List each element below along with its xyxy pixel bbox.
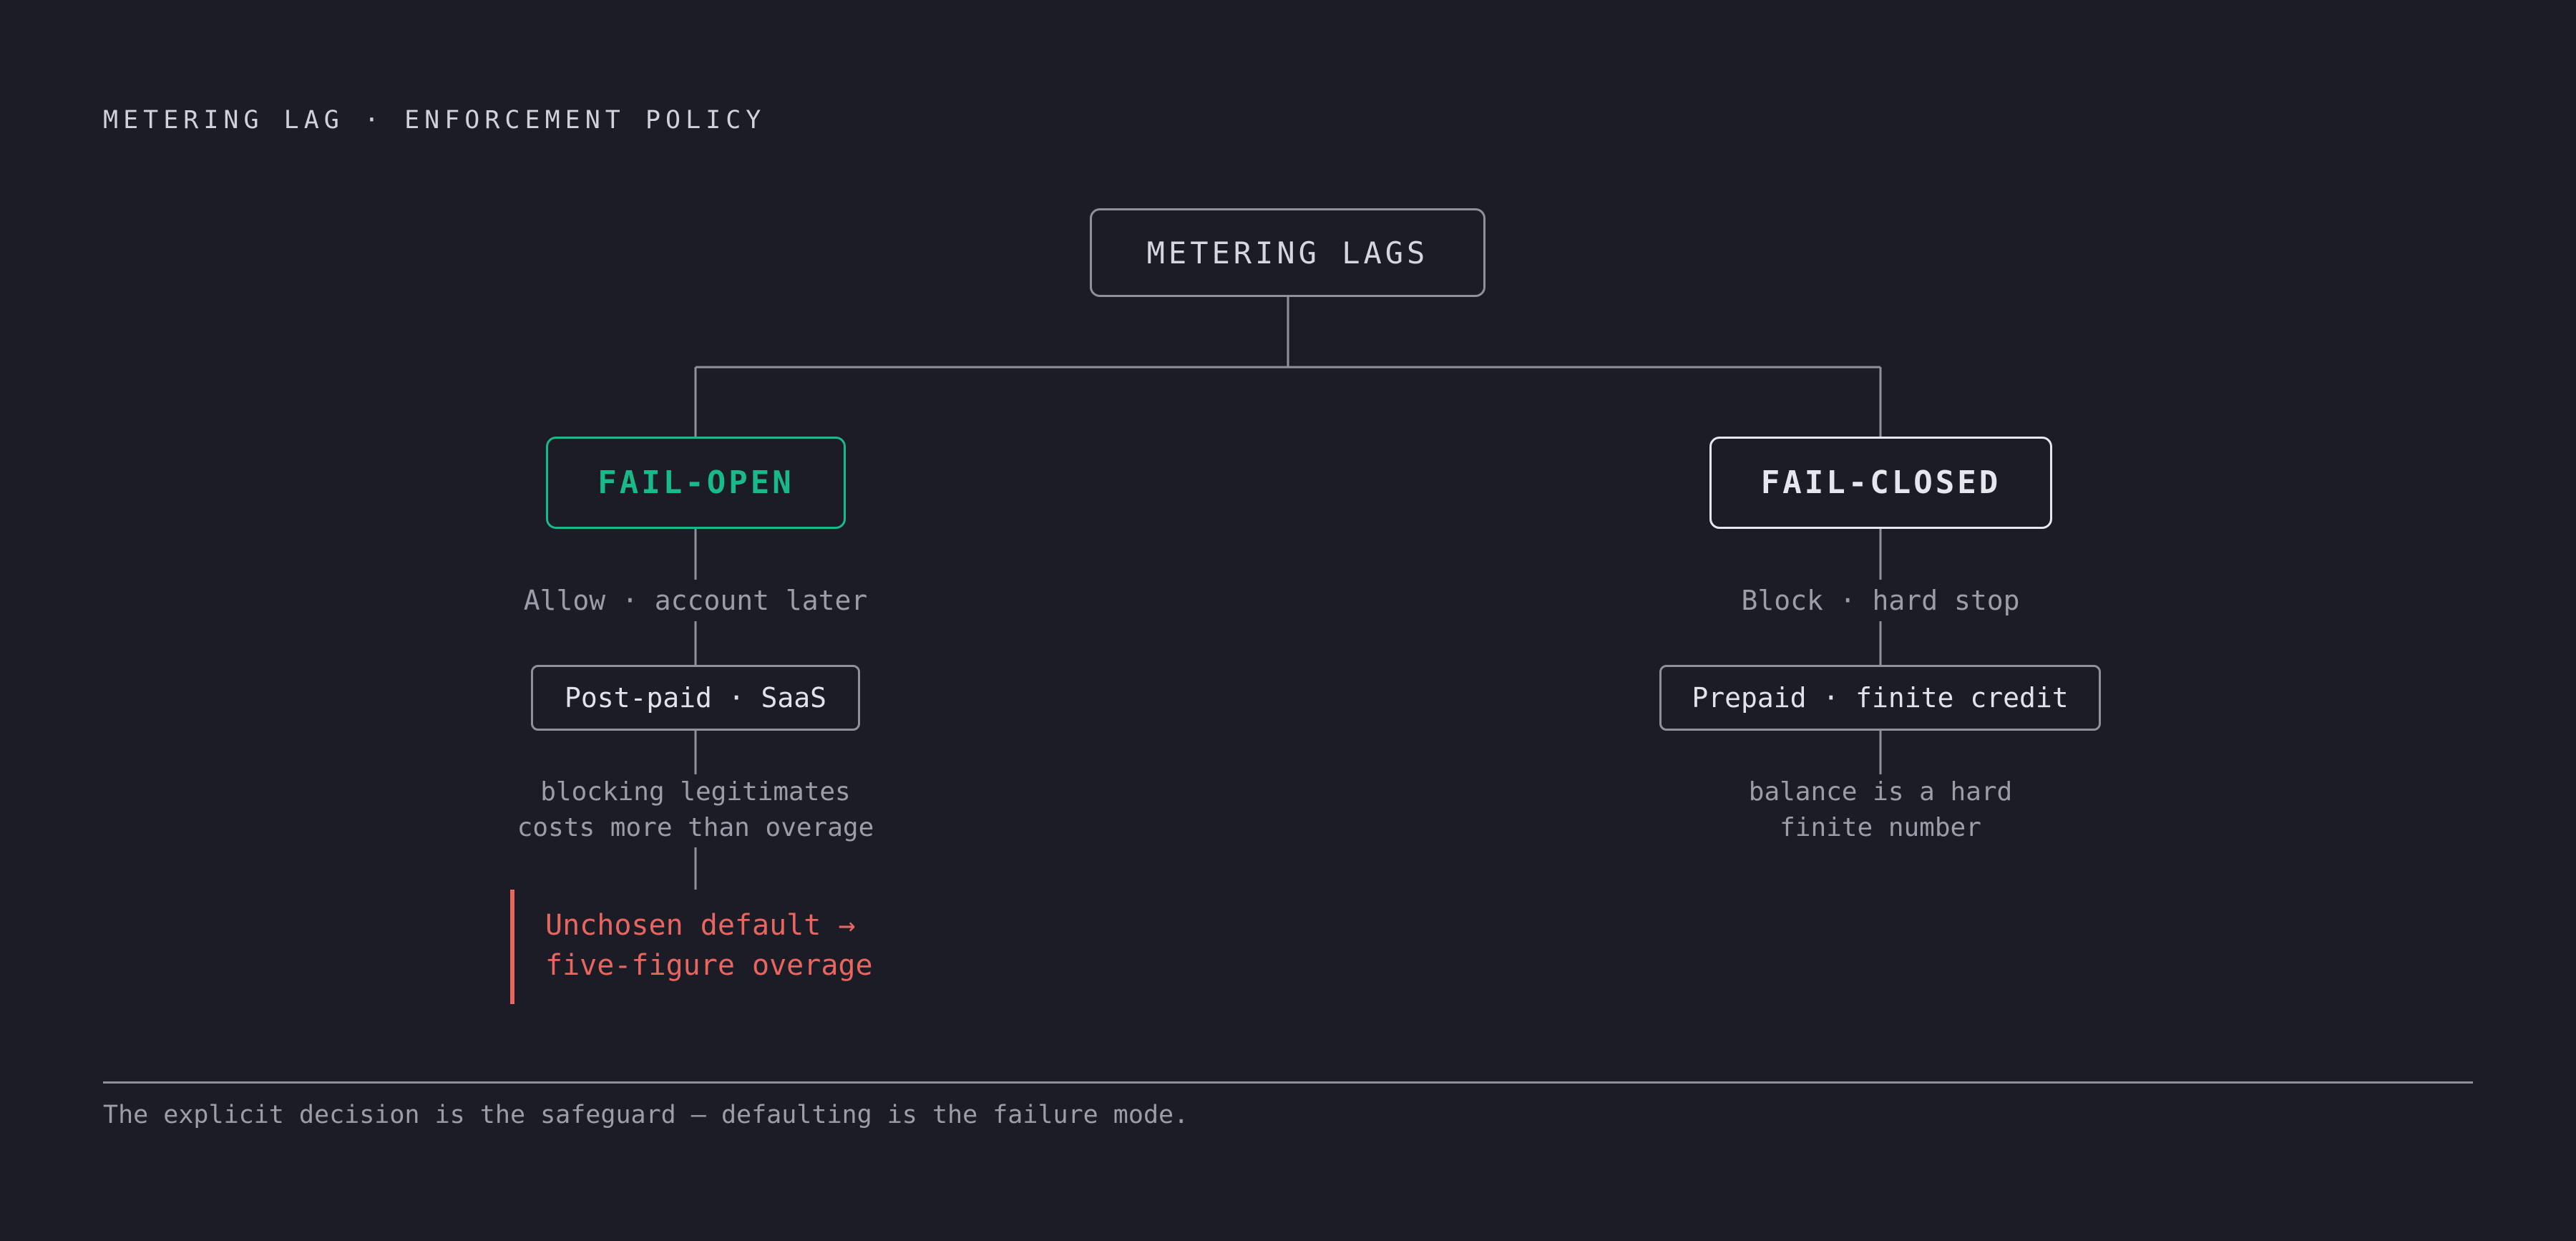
fail-closed-action: Block · hard stop — [1666, 581, 2095, 620]
root-node-label: METERING LAGS — [1146, 235, 1429, 271]
root-node: METERING LAGS — [1090, 208, 1485, 297]
fail-open-rationale-line: blocking legitimates — [540, 777, 851, 807]
fail-open-rationale: blocking legitimates costs more than ove… — [445, 774, 946, 846]
fail-closed-action-label: Block · hard stop — [1741, 585, 2020, 616]
connector-lines — [694, 297, 1882, 890]
fail-open-node: FAIL-OPEN — [546, 437, 846, 529]
footer-divider — [103, 1081, 2473, 1084]
fail-closed-label: FAIL-CLOSED — [1760, 464, 2001, 501]
fail-open-action: Allow · account later — [481, 581, 910, 620]
fail-open-action-label: Allow · account later — [523, 585, 868, 616]
footer-caption: The explicit decision is the safeguard —… — [103, 1101, 1189, 1129]
warning-accent-bar — [510, 890, 514, 1004]
warning-line: five-figure overage — [545, 949, 873, 982]
fail-closed-node: FAIL-CLOSED — [1709, 437, 2052, 529]
fail-open-use-case-label: Post-paid · SaaS — [564, 682, 827, 714]
fail-closed-rationale: balance is a hard finite number — [1630, 774, 2131, 846]
warning-line: Unchosen default → — [545, 909, 856, 942]
fail-open-rationale-line: costs more than overage — [517, 813, 874, 842]
fail-open-use-case: Post-paid · SaaS — [531, 665, 860, 731]
fail-closed-rationale-line: finite number — [1780, 813, 1981, 842]
fail-closed-rationale-line: balance is a hard — [1748, 777, 2013, 807]
fail-closed-use-case: Prepaid · finite credit — [1659, 665, 2101, 731]
fail-open-label: FAIL-OPEN — [597, 464, 794, 501]
fail-open-warning: Unchosen default → five-figure overage — [545, 905, 873, 986]
fail-closed-use-case-label: Prepaid · finite credit — [1692, 682, 2069, 714]
